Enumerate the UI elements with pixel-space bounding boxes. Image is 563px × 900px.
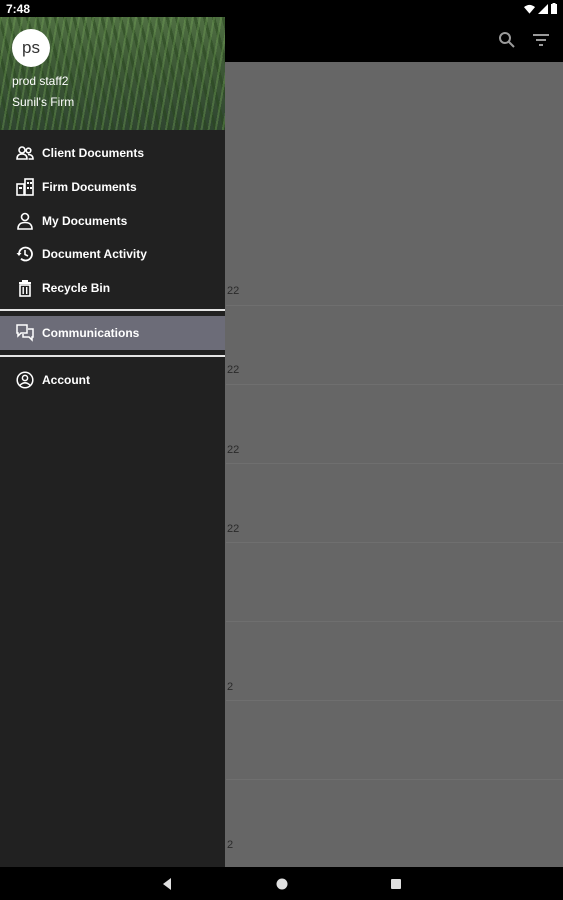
chat-icon: [16, 324, 34, 342]
drawer-item-communications[interactable]: Communications: [0, 316, 225, 350]
person-icon: [17, 212, 33, 230]
drawer-item-document-activity[interactable]: Document Activity: [0, 237, 225, 271]
drawer-item-account[interactable]: Account: [0, 363, 225, 397]
people-icon: [16, 146, 34, 160]
system-nav-bar: [0, 867, 563, 900]
row-date: 22: [227, 444, 240, 456]
drawer-item-label: Communications: [42, 326, 140, 340]
status-bar: 7:48: [0, 0, 563, 17]
drawer-item-recycle-bin[interactable]: Recycle Bin: [0, 271, 225, 305]
drawer-item-firm-documents[interactable]: Firm Documents: [0, 170, 225, 204]
drawer-item-label: Client Documents: [42, 146, 145, 160]
row-divider: [226, 621, 563, 622]
account-circle-icon: [16, 371, 34, 389]
home-icon[interactable]: [275, 877, 289, 891]
row-date: 22: [227, 364, 240, 376]
status-icons: [524, 3, 557, 14]
user-name: prod staff2: [12, 74, 69, 88]
drawer-item-label: Recycle Bin: [42, 281, 111, 295]
navigation-drawer: ps prod staff2 Sunil's Firm Client Docum…: [0, 17, 225, 867]
drawer-item-client-documents[interactable]: Client Documents: [0, 136, 225, 170]
recents-icon[interactable]: [389, 877, 403, 891]
back-icon[interactable]: [160, 877, 174, 891]
row-divider: [226, 542, 563, 543]
row-divider: [226, 384, 563, 385]
trash-icon: [19, 280, 31, 297]
drawer-item-label: Account: [42, 373, 90, 387]
signal-icon: [538, 3, 548, 14]
row-date: 22: [227, 523, 240, 535]
drawer-divider: [0, 355, 225, 357]
wifi-icon: [524, 4, 535, 14]
row-date: 22: [227, 285, 240, 297]
row-divider: [226, 779, 563, 780]
firm-name: Sunil's Firm: [12, 95, 75, 109]
drawer-item-label: Document Activity: [42, 247, 147, 261]
drawer-header: ps prod staff2 Sunil's Firm: [0, 17, 225, 130]
row-divider: [226, 700, 563, 701]
avatar[interactable]: ps: [12, 29, 50, 67]
filter-icon[interactable]: [532, 31, 550, 49]
drawer-item-label: Firm Documents: [42, 180, 137, 194]
row-divider: [226, 305, 563, 306]
row-date: 2: [227, 839, 234, 851]
battery-icon: [551, 3, 557, 14]
drawer-item-label: My Documents: [42, 214, 128, 228]
row-date: 2: [227, 681, 234, 693]
history-icon: [16, 246, 33, 262]
building-icon: [16, 178, 34, 196]
drawer-item-my-documents[interactable]: My Documents: [0, 204, 225, 238]
row-divider: [226, 463, 563, 464]
drawer-divider: [0, 309, 225, 311]
status-time: 7:48: [6, 2, 31, 16]
search-icon[interactable]: [498, 31, 516, 49]
